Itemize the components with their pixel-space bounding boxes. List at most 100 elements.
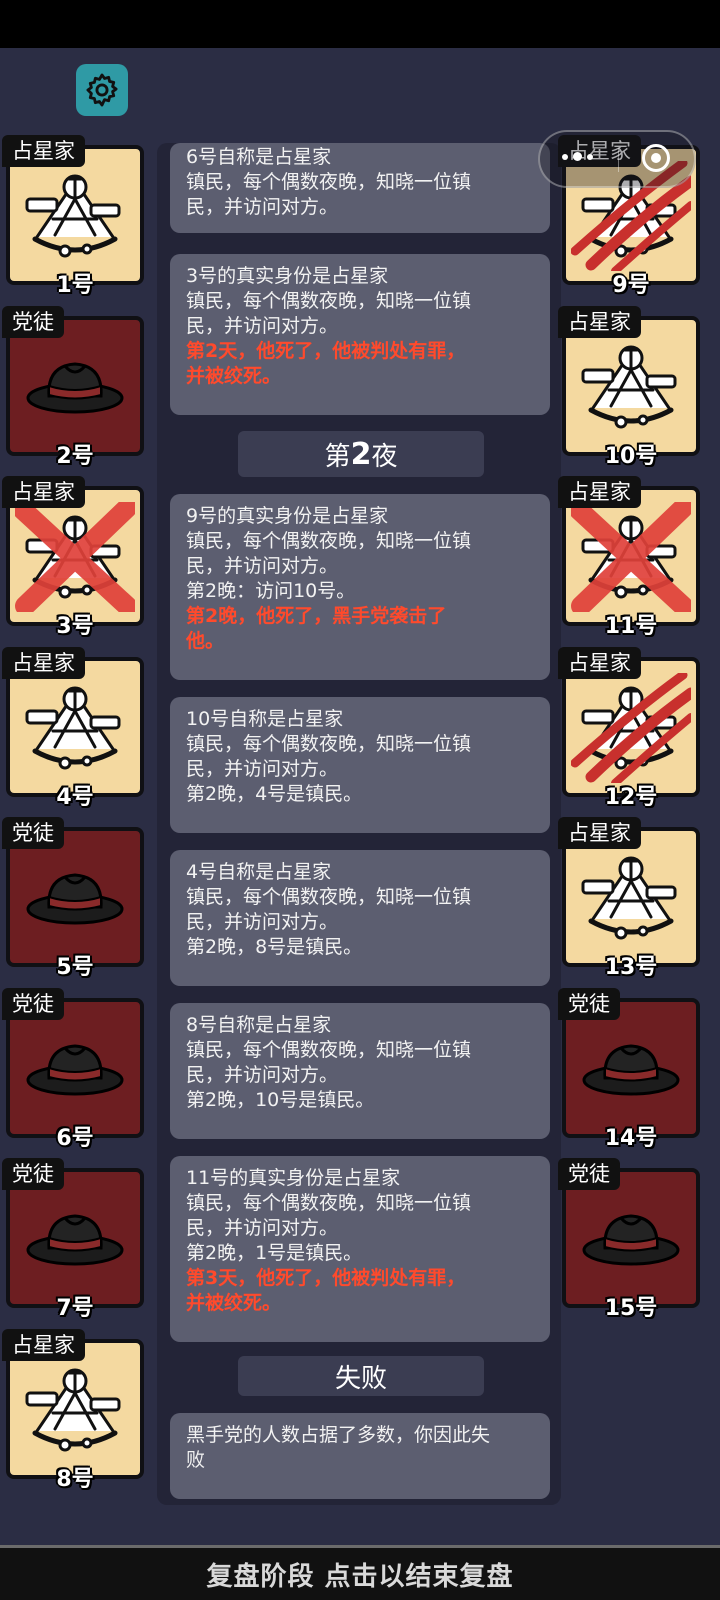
log-line: 民，并访问对方。 xyxy=(186,911,339,933)
log-line: 民，并访问对方。 xyxy=(186,1217,339,1239)
log-line: 民，并访问对方。 xyxy=(186,1064,339,1086)
log-card-7: 11号的真实身份是占星家 镇民，每个偶数夜晚，知晓一位镇 民，并访问对方。 第2… xyxy=(170,1156,550,1342)
fedora-hat-icon xyxy=(26,873,124,925)
log-line: 第2晚，8号是镇民。 xyxy=(186,936,363,958)
player-card[interactable]: 党徒 2号 xyxy=(2,305,144,469)
player-role-tag: 占星家 xyxy=(558,476,641,508)
log-line: 民，并访问对方。 xyxy=(186,196,339,218)
sextant-icon xyxy=(25,686,121,769)
log-line: 6号自称是占星家 xyxy=(186,146,332,168)
player-card[interactable]: 占星家 4号 xyxy=(2,646,144,810)
settings-button[interactable] xyxy=(76,64,128,116)
log-card-4: 10号自称是占星家 镇民，每个偶数夜晚，知晓一位镇 民，并访问对方。 第2晚，4… xyxy=(170,697,550,833)
log-line: 第2晚：访问10号。 xyxy=(186,580,356,602)
player-role-tag: 党徒 xyxy=(2,1158,64,1190)
end-review-label: 复盘阶段 点击以结束复盘 xyxy=(206,1561,514,1592)
player-card[interactable]: 党徒 14号 xyxy=(558,987,700,1151)
night-banner: 第2夜 xyxy=(238,431,484,477)
log-line: 9号的真实身份是占星家 xyxy=(186,505,389,527)
more-dots-icon[interactable] xyxy=(562,152,593,161)
player-card[interactable]: 党徒 15号 xyxy=(558,1158,700,1321)
player-role-tag: 占星家 xyxy=(2,646,85,679)
log-line: 11号的真实身份是占星家 xyxy=(186,1167,401,1189)
claw-mark xyxy=(571,672,691,783)
log-card-6: 8号自称是占星家 镇民，每个偶数夜晚，知晓一位镇 民，并访问对方。 第2晚，10… xyxy=(170,1003,550,1139)
player-number: 10号 xyxy=(604,443,658,469)
player-card[interactable]: 占星家 10号 xyxy=(558,305,700,469)
fedora-hat-icon xyxy=(26,1214,124,1266)
player-card[interactable]: 党徒 6号 xyxy=(2,987,144,1151)
dead-x-mark xyxy=(571,502,691,612)
player-card[interactable]: 占星家 3号 xyxy=(2,476,144,639)
player-number: 11号 xyxy=(604,614,658,639)
player-card[interactable]: 占星家 13号 xyxy=(558,817,700,980)
log-line: 8号自称是占星家 xyxy=(186,1014,332,1036)
player-role-tag: 党徒 xyxy=(2,305,64,338)
player-card[interactable]: 占星家 1号 xyxy=(2,135,144,298)
death-line: 并被绞死。 xyxy=(186,365,282,387)
player-number: 13号 xyxy=(604,955,658,980)
log-line: 黑手党的人数占据了多数，你因此失 xyxy=(186,1424,491,1446)
status-bar xyxy=(0,0,720,48)
log-line: 第2晚，4号是镇民。 xyxy=(186,783,363,805)
player-number: 2号 xyxy=(56,443,94,469)
player-role-tag: 占星家 xyxy=(558,817,641,849)
player-role-tag: 占星家 xyxy=(2,135,85,167)
result-label: 失败 xyxy=(334,1363,387,1394)
end-review-button[interactable]: 复盘阶段 点击以结束复盘 xyxy=(0,1545,720,1600)
player-number: 6号 xyxy=(56,1125,94,1151)
player-number: 15号 xyxy=(604,1296,658,1321)
log-card-1: 6号自称是占星家 镇民，每个偶数夜晚，知晓一位镇 民，并访问对方。 xyxy=(170,143,550,233)
death-line: 第2晚，他死了，黑手党袭击了 xyxy=(186,605,447,627)
fedora-hat-icon xyxy=(26,1043,124,1095)
gear-icon xyxy=(86,73,118,107)
log-line: 第2晚，1号是镇民。 xyxy=(186,1242,363,1264)
night-prefix: 第 xyxy=(324,441,351,472)
death-line: 并被绞死。 xyxy=(186,1292,282,1314)
fedora-hat-icon xyxy=(582,1214,680,1266)
player-number: 1号 xyxy=(56,273,94,298)
mini-program-capsule xyxy=(538,130,696,188)
player-role-tag: 占星家 xyxy=(2,476,85,508)
player-card[interactable]: 占星家 8号 xyxy=(2,1328,144,1492)
log-card-2: 3号的真实身份是占星家 镇民，每个偶数夜晚，知晓一位镇 民，并访问对方。 第2天… xyxy=(170,254,550,415)
dead-x-mark xyxy=(15,502,135,612)
log-line: 败 xyxy=(186,1449,206,1471)
log-line: 第2晚，10号是镇民。 xyxy=(186,1089,375,1111)
player-role-tag: 党徒 xyxy=(2,987,64,1020)
player-card[interactable]: 占星家 12号 xyxy=(558,646,700,810)
player-role-tag: 占星家 xyxy=(558,646,641,679)
log-line: 民，并访问对方。 xyxy=(186,555,339,577)
log-line: 镇民，每个偶数夜晚，知晓一位镇 xyxy=(186,171,472,193)
player-role-tag: 党徒 xyxy=(558,987,620,1020)
log-line: 镇民，每个偶数夜晚，知晓一位镇 xyxy=(186,1039,472,1061)
log-line: 4号自称是占星家 xyxy=(186,861,332,883)
death-line: 第2天，他死了，他被判处有罪， xyxy=(186,340,466,362)
fedora-hat-icon xyxy=(26,361,124,413)
night-suffix: 夜 xyxy=(371,441,398,472)
log-card-3: 9号的真实身份是占星家 镇民，每个偶数夜晚，知晓一位镇 民，并访问对方。 第2晚… xyxy=(170,494,550,680)
log-line: 3号的真实身份是占星家 xyxy=(186,265,389,287)
fedora-hat-icon xyxy=(582,1043,680,1095)
player-role-tag: 占星家 xyxy=(2,1328,85,1361)
sextant-icon xyxy=(581,345,677,428)
player-role-tag: 党徒 xyxy=(2,817,64,849)
log-line: 镇民，每个偶数夜晚，知晓一位镇 xyxy=(186,1192,472,1214)
death-line: 第3天，他死了，他被判处有罪， xyxy=(186,1267,466,1289)
log-line: 民，并访问对方。 xyxy=(186,315,339,337)
log-line: 镇民，每个偶数夜晚，知晓一位镇 xyxy=(186,886,472,908)
log-line: 镇民，每个偶数夜晚，知晓一位镇 xyxy=(186,733,472,755)
player-number: 7号 xyxy=(56,1296,94,1321)
player-number: 4号 xyxy=(56,784,94,810)
player-number: 8号 xyxy=(56,1466,94,1492)
night-number: 2 xyxy=(350,436,372,472)
sextant-icon xyxy=(581,856,677,940)
log-card-5: 4号自称是占星家 镇民，每个偶数夜晚，知晓一位镇 民，并访问对方。 第2晚，8号… xyxy=(170,850,550,986)
player-card[interactable]: 党徒 5号 xyxy=(2,817,144,980)
target-close-icon[interactable] xyxy=(642,144,670,172)
log-line: 镇民，每个偶数夜晚，知晓一位镇 xyxy=(186,530,472,552)
sextant-icon xyxy=(25,174,121,258)
player-card[interactable]: 占星家 11号 xyxy=(558,476,700,639)
log-card-8: 黑手党的人数占据了多数，你因此失 败 xyxy=(170,1413,550,1499)
player-card[interactable]: 党徒 7号 xyxy=(2,1158,144,1321)
